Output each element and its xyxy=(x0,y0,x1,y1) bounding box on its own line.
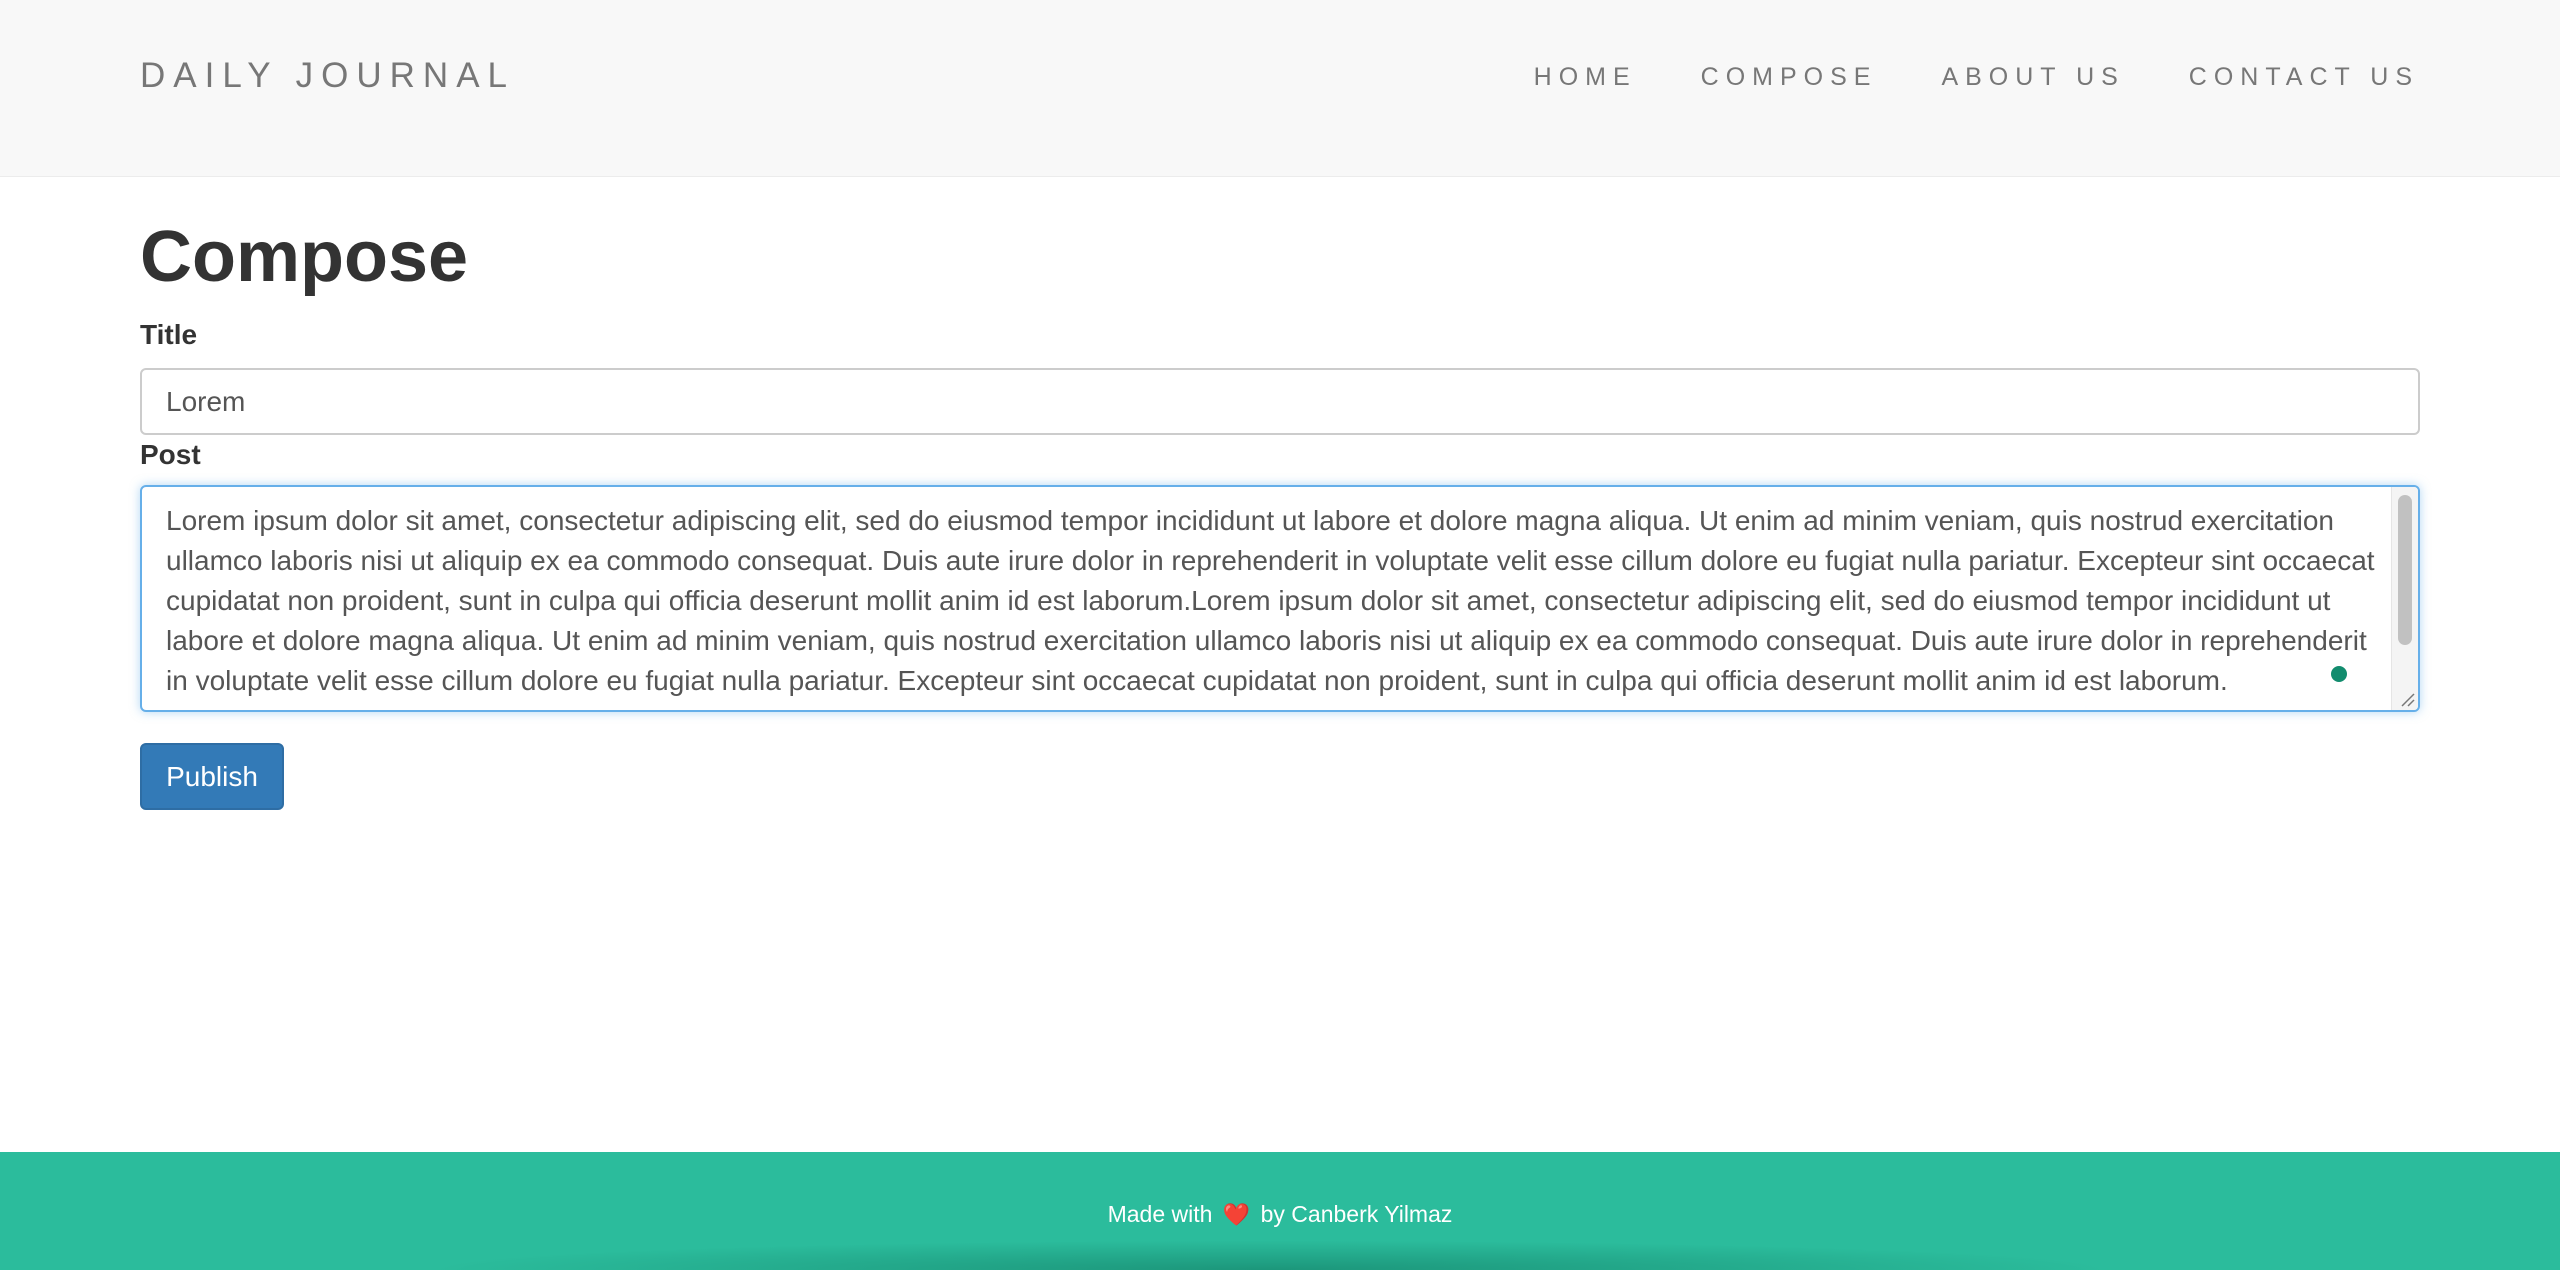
brand-logo-link[interactable]: DAILY JOURNAL xyxy=(140,56,515,96)
nav-item-home: HOME xyxy=(1534,62,1637,92)
page-title: Compose xyxy=(140,217,469,297)
nav-item-compose: COMPOSE xyxy=(1701,62,1878,92)
footer: Made with ❤️ by Canberk Yilmaz xyxy=(0,1152,2560,1270)
footer-prefix: Made with xyxy=(1107,1201,1213,1227)
post-textarea-content: Lorem ipsum dolor sit amet, consectetur … xyxy=(166,505,2375,696)
footer-shadow xyxy=(420,1240,2120,1270)
footer-credit: Made with ❤️ by Canberk Yilmaz xyxy=(0,1200,2560,1229)
post-textarea-scrollbar[interactable] xyxy=(2391,487,2418,710)
post-textarea[interactable]: Lorem ipsum dolor sit amet, consectetur … xyxy=(140,485,2420,712)
nav-link-contact[interactable]: CONTACT US xyxy=(2189,63,2419,91)
heart-icon: ❤️ xyxy=(1222,1202,1251,1227)
nav-link-home[interactable]: HOME xyxy=(1534,63,1637,91)
main-nav: HOME COMPOSE ABOUT US CONTACT US xyxy=(1470,62,2419,92)
grammar-status-dot-icon[interactable] xyxy=(2331,666,2347,682)
post-label: Post xyxy=(140,439,201,470)
nav-link-about[interactable]: ABOUT US xyxy=(1941,63,2124,91)
nav-item-contact: CONTACT US xyxy=(2189,62,2419,92)
nav-item-about: ABOUT US xyxy=(1941,62,2124,92)
resize-grip-icon[interactable] xyxy=(2398,690,2416,708)
post-textarea-scroll-thumb[interactable] xyxy=(2398,495,2412,645)
navbar: DAILY JOURNAL HOME COMPOSE ABOUT US CONT… xyxy=(0,0,2560,177)
nav-link-compose[interactable]: COMPOSE xyxy=(1701,63,1878,91)
title-input[interactable] xyxy=(140,368,2420,435)
footer-suffix: by Canberk Yilmaz xyxy=(1260,1201,1453,1227)
title-label: Title xyxy=(140,319,198,350)
publish-button[interactable]: Publish xyxy=(140,743,284,810)
